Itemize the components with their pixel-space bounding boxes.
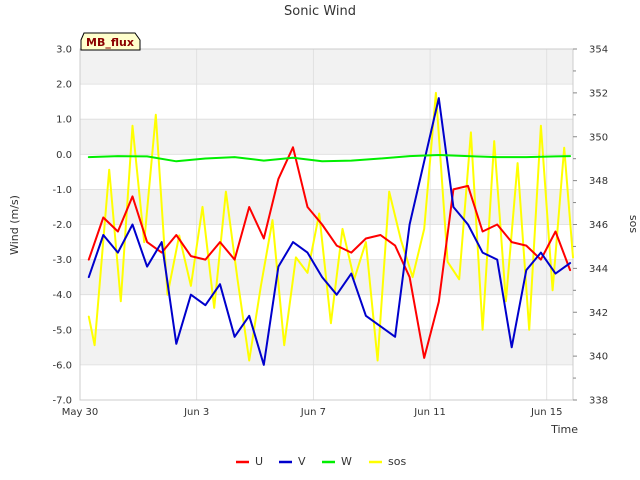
legend-label-w: W xyxy=(341,455,352,468)
x-axis-label: Time xyxy=(550,423,578,436)
x-tick-label: Jun 11 xyxy=(413,407,446,418)
badge-label: MB_flux xyxy=(86,36,134,49)
y2-tick-label: 346 xyxy=(589,220,608,231)
x-tick-label: May 30 xyxy=(62,407,99,418)
legend-label-sos: sos xyxy=(388,455,406,468)
x-tick-label: Jun 15 xyxy=(530,407,563,418)
y2-axis-label: sos xyxy=(627,215,640,233)
y-tick-label: -6.0 xyxy=(52,360,72,371)
chart-title: Sonic Wind xyxy=(284,4,356,19)
grid-band xyxy=(80,329,573,365)
y-tick-label: -2.0 xyxy=(52,220,72,231)
x-tick-label: Jun 3 xyxy=(183,407,209,418)
y2-tick-label: 340 xyxy=(589,352,608,363)
y-tick-label: -3.0 xyxy=(52,255,72,266)
y-tick-label: 0.0 xyxy=(56,150,72,161)
y2-tick-label: 342 xyxy=(589,308,608,319)
y-tick-label: -7.0 xyxy=(52,396,72,407)
y2-tick-label: 354 xyxy=(589,45,608,56)
y-tick-label: -1.0 xyxy=(52,185,72,196)
y2-tick-label: 338 xyxy=(589,396,608,407)
legend-label-v: V xyxy=(298,455,306,468)
y2-tick-label: 352 xyxy=(589,88,608,99)
y-tick-label: -4.0 xyxy=(52,290,72,301)
legend-label-u: U xyxy=(255,455,263,468)
y-tick-label: 1.0 xyxy=(56,115,72,126)
grid-band xyxy=(80,49,573,85)
y2-tick-label: 344 xyxy=(589,264,608,275)
sonic-wind-chart: 3.0 2.0 1.0 0.0 -1.0 -2.0 -3.0 -4.0 -5.0 -6.0 -7.0… xyxy=(0,0,640,480)
x-tick-label: Jun 7 xyxy=(300,407,326,418)
y-tick-label: 3.0 xyxy=(56,45,72,56)
y-tick-label: 2.0 xyxy=(56,80,72,91)
y2-tick-label: 350 xyxy=(589,132,608,143)
y-axis-label: Wind (m/s) xyxy=(8,195,21,255)
y2-tick-label: 348 xyxy=(589,176,608,187)
y-tick-label: -5.0 xyxy=(52,325,72,336)
mb-flux-badge: MB_flux xyxy=(80,32,141,51)
